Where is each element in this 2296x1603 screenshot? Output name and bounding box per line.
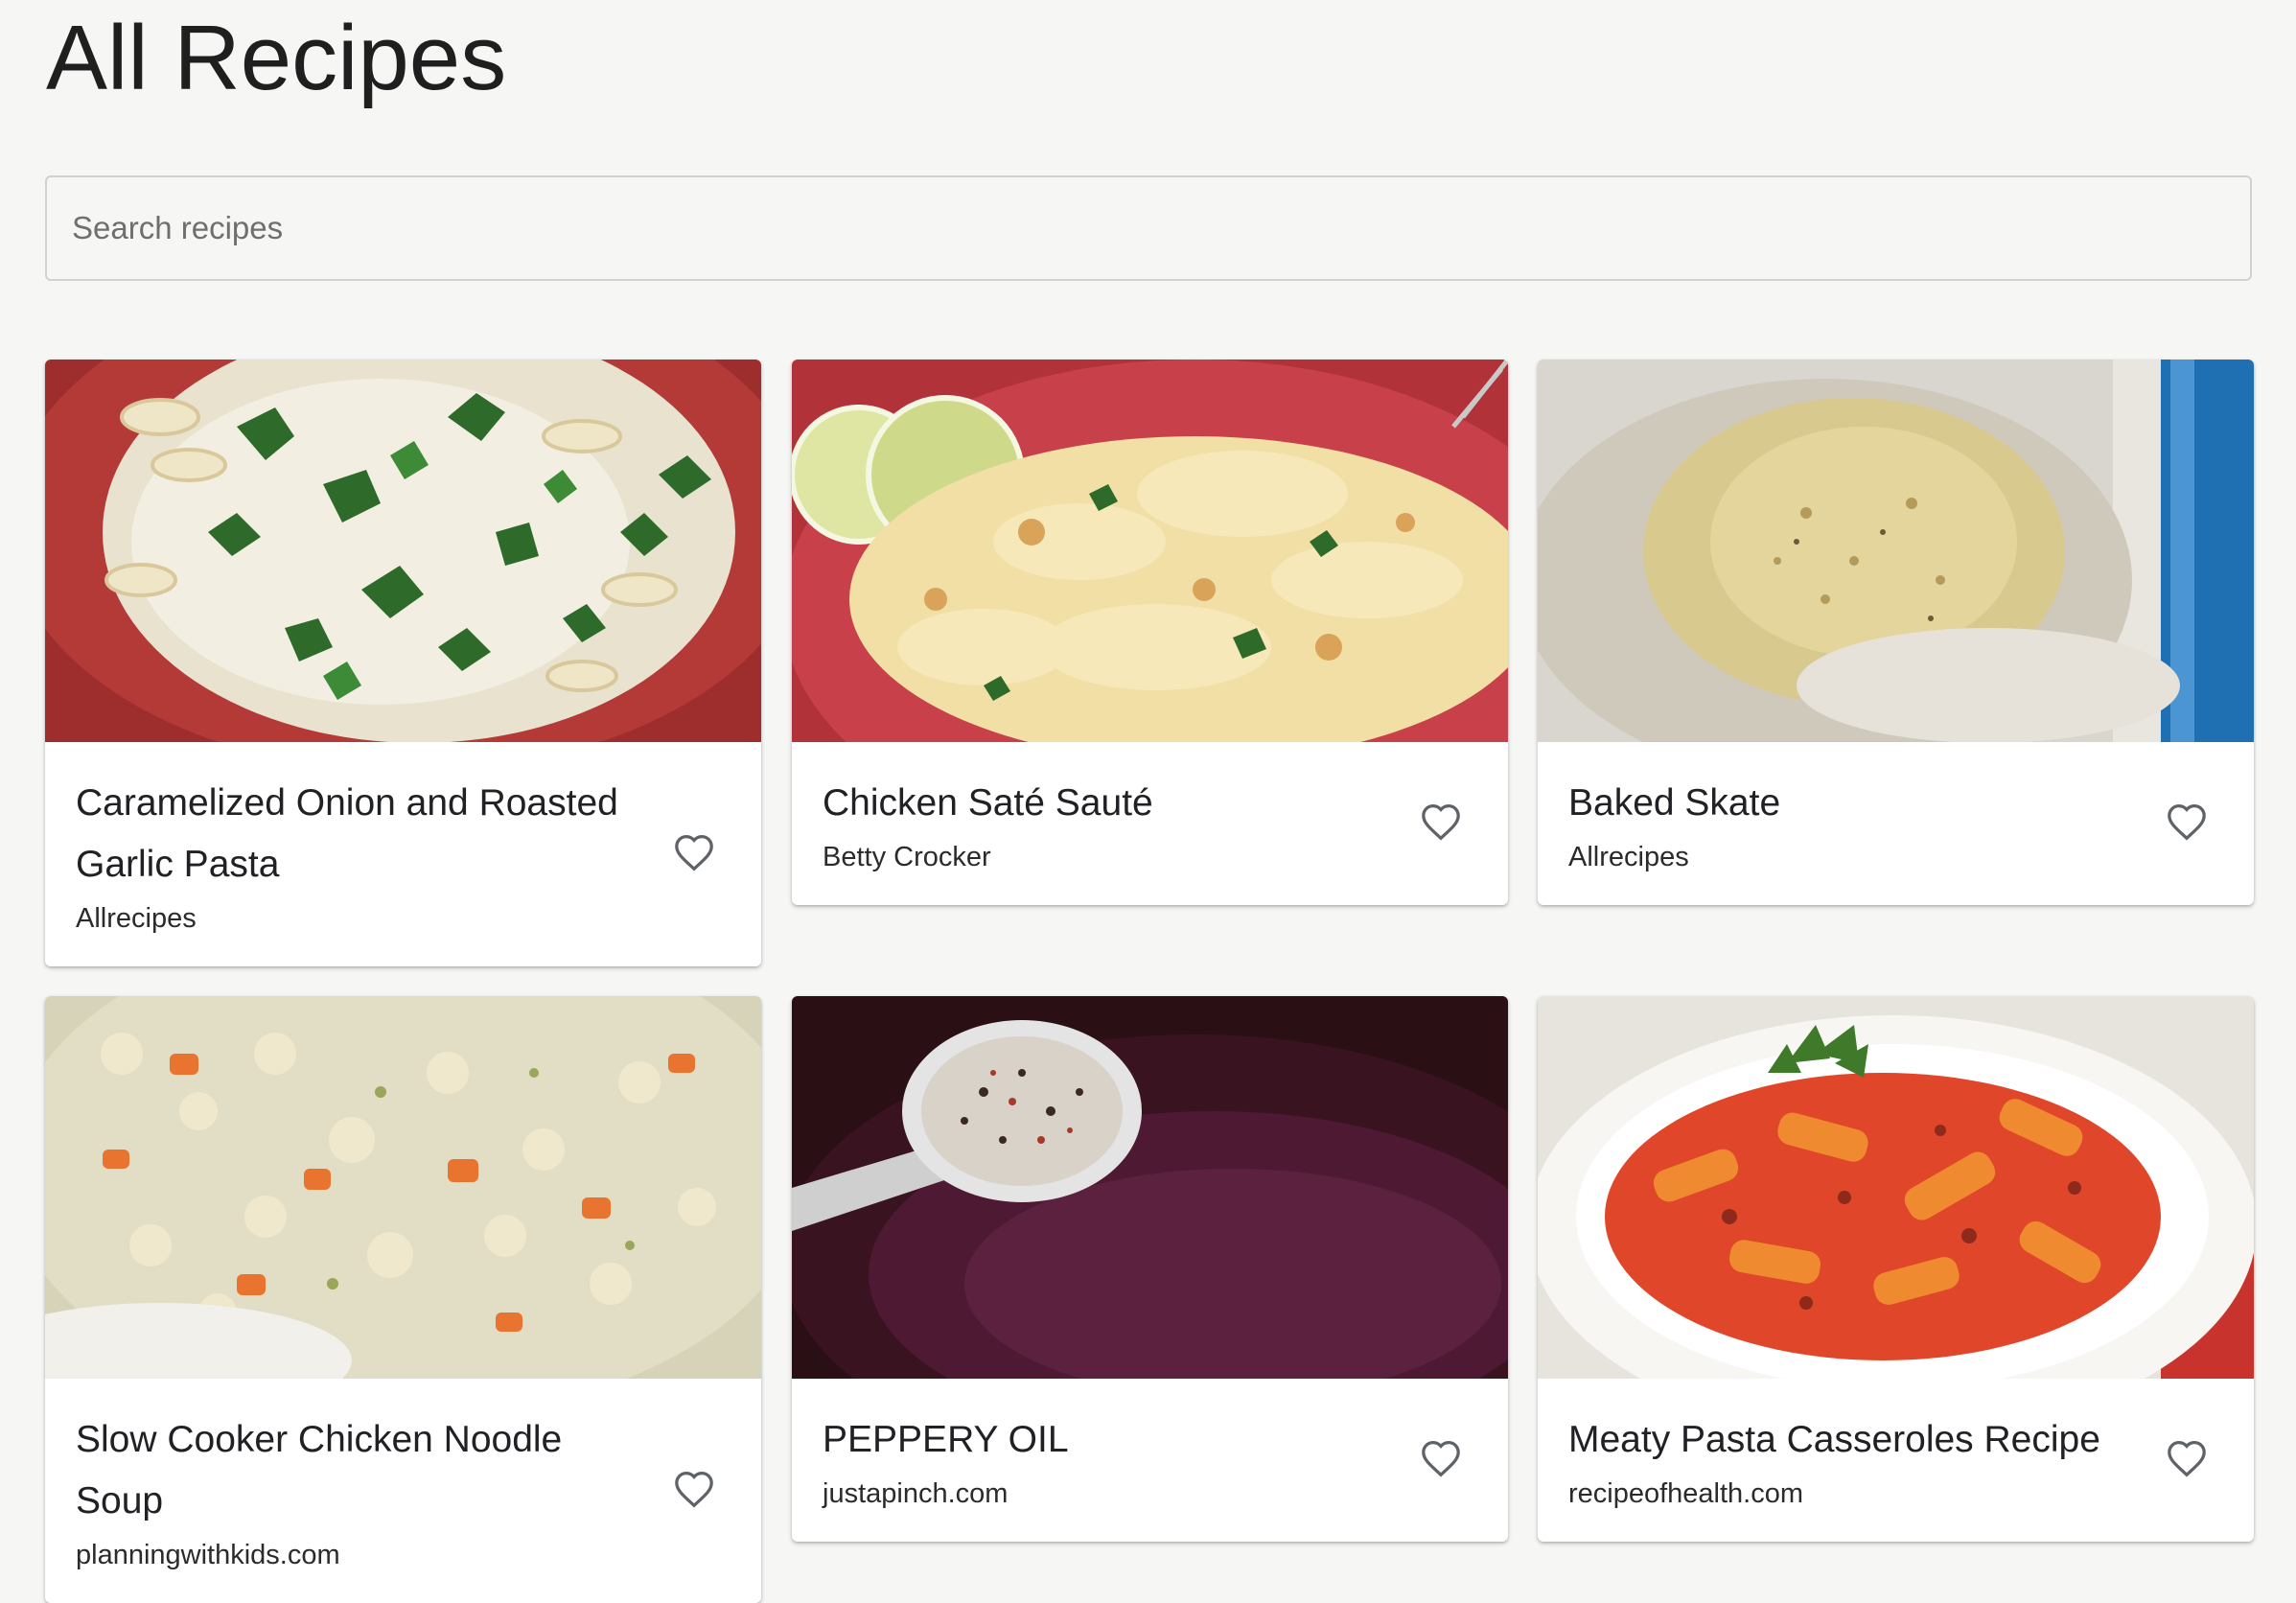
recipe-title[interactable]: Slow Cooker Chicken Noodle Soup — [76, 1409, 656, 1532]
recipe-image[interactable] — [45, 996, 761, 1379]
search-field[interactable] — [45, 175, 2252, 281]
recipe-title[interactable]: PEPPERY OIL — [823, 1409, 1403, 1471]
recipe-image[interactable] — [1538, 360, 2254, 742]
heart-outline-icon — [673, 1470, 715, 1513]
recipe-title[interactable]: Caramelized Onion and Roasted Garlic Pas… — [76, 773, 656, 895]
heart-outline-icon — [2166, 1439, 2208, 1482]
recipe-image[interactable] — [45, 360, 761, 742]
recipe-image[interactable] — [792, 996, 1508, 1379]
favorite-button[interactable] — [2164, 1437, 2210, 1483]
recipe-card[interactable]: Chicken Saté Sauté Betty Crocker — [792, 360, 1508, 905]
recipe-source: Allrecipes — [76, 903, 197, 934]
recipe-image[interactable] — [792, 360, 1508, 742]
recipe-card[interactable]: Meaty Pasta Casseroles Recipe recipeofhe… — [1538, 996, 2254, 1542]
recipe-title[interactable]: Meaty Pasta Casseroles Recipe — [1568, 1409, 2148, 1471]
recipe-image[interactable] — [1538, 996, 2254, 1379]
recipe-card[interactable]: Caramelized Onion and Roasted Garlic Pas… — [45, 360, 761, 966]
recipe-title[interactable]: Chicken Saté Sauté — [823, 773, 1403, 834]
heart-outline-icon — [2166, 802, 2208, 846]
search-input[interactable] — [47, 177, 2250, 279]
recipe-card[interactable]: Slow Cooker Chicken Noodle Soup planning… — [45, 996, 761, 1603]
recipe-source: Allrecipes — [1568, 842, 1689, 872]
favorite-button[interactable] — [2164, 801, 2210, 847]
favorite-button[interactable] — [1418, 1437, 1464, 1483]
recipe-source: planningwithkids.com — [76, 1540, 340, 1570]
page-title: All Recipes — [46, 7, 507, 109]
recipe-source: justapinch.com — [823, 1478, 1009, 1509]
recipe-card[interactable]: Baked Skate Allrecipes — [1538, 360, 2254, 905]
recipe-title[interactable]: Baked Skate — [1568, 773, 2148, 834]
favorite-button[interactable] — [671, 1468, 717, 1514]
favorite-button[interactable] — [1418, 801, 1464, 847]
favorite-button[interactable] — [671, 831, 717, 877]
heart-outline-icon — [1420, 802, 1462, 846]
heart-outline-icon — [1420, 1439, 1462, 1482]
recipe-card[interactable]: PEPPERY OIL justapinch.com — [792, 996, 1508, 1542]
heart-outline-icon — [673, 833, 715, 876]
recipe-source: Betty Crocker — [823, 842, 991, 872]
recipe-source: recipeofhealth.com — [1568, 1478, 1804, 1509]
